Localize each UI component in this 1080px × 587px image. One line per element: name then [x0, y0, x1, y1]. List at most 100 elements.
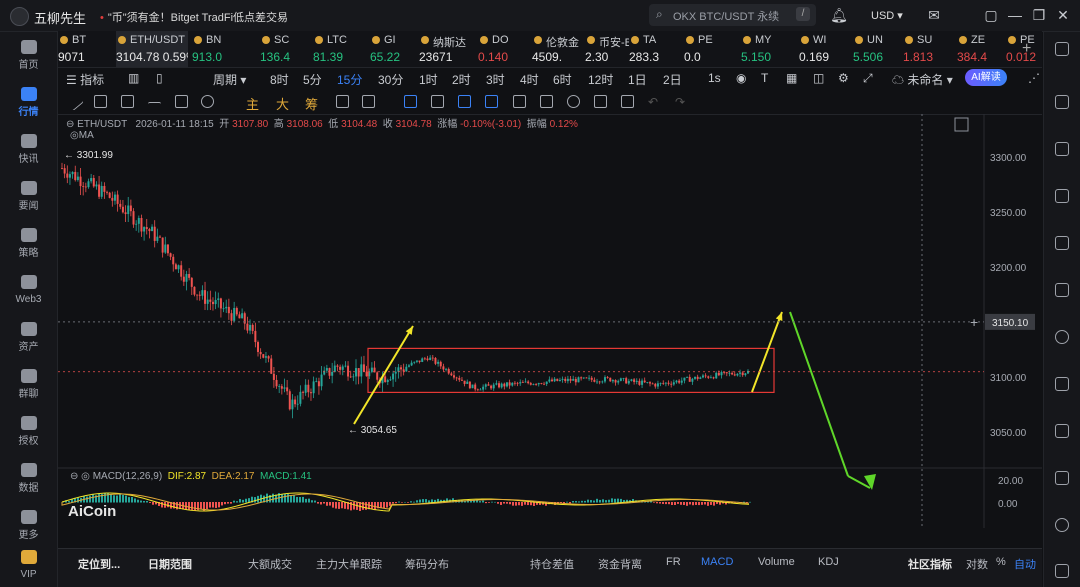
trash-icon[interactable]	[621, 95, 634, 108]
nav-item-groupchat[interactable]: 群聊	[0, 369, 57, 400]
nav-item-web3[interactable]: Web3	[0, 275, 57, 305]
ticker-item[interactable]: TA 283.3	[629, 31, 684, 67]
period-tab[interactable]: 8时	[270, 71, 289, 88]
bottom-tab[interactable]: MACD	[701, 556, 733, 568]
period-select[interactable]: 周期 ▾	[213, 71, 246, 88]
bottom-tab[interactable]: 持仓差值	[530, 556, 574, 572]
bottom-tab[interactable]: 自动	[1014, 556, 1036, 572]
nav-item-vip[interactable]: VIP	[0, 550, 57, 580]
ticker-item[interactable]: SC 136.4	[260, 31, 313, 67]
period-tab[interactable]: 30分	[378, 71, 403, 88]
settings-icon[interactable]	[567, 95, 580, 108]
currency-select[interactable]: USD ▾	[871, 9, 903, 22]
bottom-tab[interactable]: 定位到...	[78, 556, 120, 572]
bell-icon[interactable]: 🔔︎	[830, 6, 848, 24]
nav-item-authorize[interactable]: 授权	[0, 416, 57, 447]
promo-banner[interactable]: • "币"须有金！Bitget TradFi低点差交易	[100, 9, 288, 25]
ai-interpret-button[interactable]: AI解读	[965, 69, 1007, 86]
magnet-icon[interactable]	[458, 95, 471, 108]
ticker-item[interactable]: UN 5.506	[853, 31, 903, 67]
template-select[interactable]: ☁ 未命名 ▾	[892, 71, 953, 88]
bottom-tab[interactable]: 对数	[966, 556, 988, 572]
split-icon[interactable]: ◫	[813, 71, 824, 85]
ticker-item[interactable]: DO 0.140	[478, 31, 532, 67]
minimize-window-icon[interactable]: ▢	[982, 6, 1000, 24]
bottom-tab[interactable]: Volume	[758, 556, 795, 568]
ticker-item[interactable]: SU 1.813	[903, 31, 957, 67]
ticker-item[interactable]: MY 5.150	[741, 31, 799, 67]
bottom-tab[interactable]: 主力大单跟踪	[316, 556, 382, 572]
camera-icon[interactable]: ◉	[736, 71, 746, 85]
maximize-icon[interactable]: ❐	[1030, 6, 1048, 24]
nav-item-assets[interactable]: 资产	[0, 322, 57, 353]
layers-icon[interactable]	[1055, 283, 1069, 297]
redo-icon[interactable]: ↷	[675, 95, 685, 109]
table-icon[interactable]	[1055, 471, 1069, 485]
period-tab[interactable]: 5分	[303, 71, 322, 88]
mail-icon[interactable]: ✉	[925, 6, 943, 24]
bottom-tab[interactable]: KDJ	[818, 556, 839, 568]
indicator-button[interactable]: ☰ 指标	[66, 71, 104, 88]
hexagon-icon[interactable]	[1055, 330, 1069, 344]
ticker-item[interactable]: 纳斯达 23671	[419, 31, 478, 67]
bottom-tab[interactable]: 大额成交	[248, 556, 292, 572]
kline-chart[interactable]: 3300.003250.003200.003150.003100.003050.…	[58, 114, 1042, 528]
nav-item-data[interactable]: 数据	[0, 463, 57, 494]
period-tab[interactable]: 4时	[520, 71, 539, 88]
window-icon[interactable]	[1055, 42, 1069, 56]
cursor-icon[interactable]	[404, 95, 417, 108]
bottom-tab[interactable]: 筹码分布	[405, 556, 449, 572]
crosshair-add-icon[interactable]: +	[970, 314, 978, 330]
ticker-item[interactable]: 伦敦金 4509.	[532, 31, 585, 67]
big-order-toggle[interactable]: 大	[276, 94, 289, 113]
bottom-tab[interactable]: 资金背离	[598, 556, 642, 572]
ticker-item[interactable]: BT 9071	[58, 31, 116, 67]
minimize-icon[interactable]: —	[1006, 6, 1024, 24]
period-tab[interactable]: 3时	[486, 71, 505, 88]
filter-icon[interactable]	[594, 95, 607, 108]
parallel-tool-icon[interactable]	[94, 95, 107, 108]
shape-tool-icon[interactable]	[201, 95, 214, 108]
ruler-icon[interactable]	[431, 95, 444, 108]
rect-tool-icon[interactable]	[175, 95, 188, 108]
depth-chart-icon[interactable]	[1055, 189, 1069, 203]
period-tab[interactable]: 1s	[708, 71, 721, 85]
ticker-item[interactable]: PE 0.0	[684, 31, 741, 67]
settings-gear-icon[interactable]: ⚙	[838, 71, 849, 85]
draw-mode-icon[interactable]	[336, 95, 349, 108]
period-tab[interactable]: 1时	[419, 71, 438, 88]
ticker-item[interactable]: ZE 384.4	[957, 31, 1006, 67]
ticker-item[interactable]: ETH/USDT 3104.78 0.59%	[116, 31, 188, 67]
line-tool-icon[interactable]	[65, 92, 84, 111]
nav-item-flash[interactable]: 快讯	[0, 134, 57, 165]
bottom-tab[interactable]: FR	[666, 556, 681, 568]
close-icon[interactable]: ✕	[1054, 6, 1072, 24]
ticker-item[interactable]: WI 0.169	[799, 31, 853, 67]
period-tab[interactable]: 2日	[663, 71, 682, 88]
eye-icon[interactable]	[540, 95, 553, 108]
lock-draw-icon[interactable]	[485, 95, 498, 108]
ticker-item[interactable]: 币安-B 2.30	[585, 31, 629, 67]
expand-chart-icon[interactable]	[954, 117, 969, 132]
bottom-tab[interactable]: 日期范围	[148, 556, 192, 572]
chart-type-icon[interactable]: ▥	[128, 71, 139, 85]
emoji-icon[interactable]	[1055, 518, 1069, 532]
main-force-toggle[interactable]: 主	[246, 94, 259, 113]
bottom-tab[interactable]: 社区指标	[908, 556, 952, 572]
orderbook-icon[interactable]	[1055, 95, 1069, 109]
chip-toggle[interactable]: 筹	[305, 94, 318, 113]
sync-icon[interactable]	[1055, 424, 1069, 438]
ticker-item[interactable]: GI 65.22	[370, 31, 419, 67]
pen-icon[interactable]	[362, 95, 375, 108]
nav-item-market[interactable]: 行情	[0, 87, 57, 118]
hide-draw-icon[interactable]	[513, 95, 526, 108]
undo-icon[interactable]: ↶	[648, 95, 658, 109]
ticker-item[interactable]: BN 913.0	[192, 31, 260, 67]
collapse-icon[interactable]: ⊖	[70, 471, 81, 482]
grid-icon[interactable]	[1055, 236, 1069, 250]
nav-item-home[interactable]: 首页	[0, 40, 57, 71]
nav-item-more[interactable]: 更多	[0, 510, 57, 541]
fullscreen-icon[interactable]: ⤢	[863, 71, 873, 86]
nav-item-strategy[interactable]: 策略	[0, 228, 57, 259]
share-icon[interactable]: ⋰	[1028, 71, 1040, 85]
